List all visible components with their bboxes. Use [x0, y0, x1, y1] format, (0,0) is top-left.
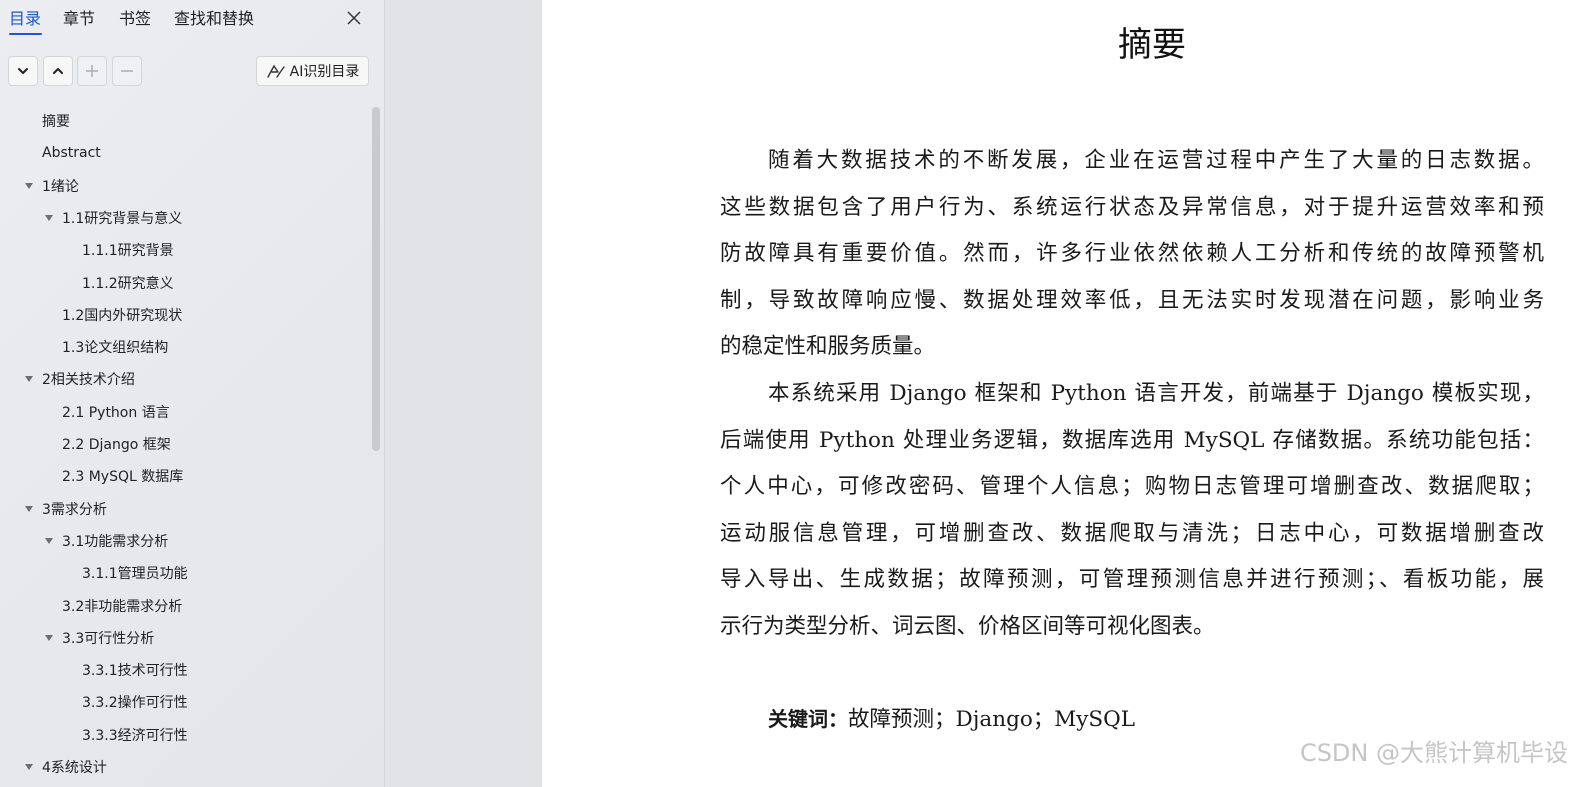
toc-scrollbar-thumb[interactable]: [372, 107, 380, 451]
toc-item[interactable]: 1.2国内外研究现状: [62, 299, 182, 331]
toc-toolbar: AI识别目录: [0, 56, 385, 88]
sidebar-tabs: 目录 章节 书签 查找和替换: [0, 0, 385, 40]
toc-item[interactable]: 2.3 MySQL 数据库: [62, 460, 183, 492]
chevron-down-icon: [18, 68, 28, 74]
document-heading: 摘要: [1118, 25, 1186, 65]
toc-expand-caret[interactable]: [23, 503, 35, 515]
ai-recognize-toc-button[interactable]: AI识别目录: [256, 56, 369, 86]
toc-item[interactable]: 2相关技术介绍: [42, 363, 135, 395]
caret-down-icon: [25, 764, 33, 770]
toc-item[interactable]: 3.1功能需求分析: [62, 525, 168, 557]
paragraph-line: 防故障具有重要价值。然而，许多行业依然依赖人工分析和传统的故障预警机: [720, 241, 1544, 266]
toc-expand-caret[interactable]: [23, 373, 35, 385]
ai-pen-icon: [266, 64, 285, 78]
toc-item[interactable]: 1.1.1研究背景: [82, 234, 174, 266]
add-heading-button[interactable]: [77, 56, 107, 86]
toc-expand-caret[interactable]: [43, 535, 55, 547]
toc-expand-caret[interactable]: [43, 212, 55, 224]
watermark: CSDN @大熊计算机毕设: [1299, 739, 1568, 767]
paragraph-line: 导入导出、生成数据；故障预测，可管理预测信息并进行预测；、看板功能，展: [720, 567, 1544, 592]
paragraph-line: 本系统采用 Django 框架和 Python 语言开发，前端基于 Django…: [768, 381, 1544, 406]
toc-item[interactable]: 2.2 Django 框架: [62, 428, 171, 460]
paragraph-line: 后端使用 Python 处理业务逻辑，数据库选用 MySQL 存储数据。系统功能…: [720, 427, 1544, 453]
plus-icon: [86, 65, 98, 77]
paragraph-line: 的稳定性和服务质量。: [720, 334, 936, 359]
expand-all-button[interactable]: [8, 56, 38, 86]
caret-down-icon: [45, 634, 53, 641]
toc-expand-caret[interactable]: [43, 632, 55, 644]
toc-item[interactable]: 3.3可行性分析: [62, 622, 154, 654]
paragraph-line: 制，导致故障响应慢、数据处理效率低，且无法实时发现潜在问题，影响业务: [720, 287, 1544, 313]
paragraph-line: 运动服信息管理，可增删查改、数据爬取与清洗；日志中心，可数据增删查改: [720, 520, 1544, 546]
keywords-line: 关键词：故障预测；Django；MySQL: [768, 703, 1135, 735]
caret-down-icon: [45, 537, 53, 544]
remove-heading-button[interactable]: [112, 56, 142, 86]
collapse-all-button[interactable]: [43, 56, 73, 86]
toc-expand-caret[interactable]: [23, 180, 35, 192]
toc-item[interactable]: 3.3.1技术可行性: [82, 654, 188, 686]
caret-down-icon: [25, 182, 33, 189]
tab-find-replace[interactable]: 查找和替换: [174, 8, 254, 30]
chevron-up-icon: [53, 68, 63, 74]
toc-item[interactable]: 1.1研究背景与意义: [62, 202, 182, 234]
toc-tree: 摘要 Abstract 1绪论 1.1研究背景与意义 1.1.1研究背景 1.1.2研究意…: [0, 105, 370, 787]
paragraph-line: 示行为类型分析、词云图、价格区间等可视化图表。: [720, 613, 1215, 639]
document-canvas-margin: [385, 0, 542, 787]
outline-sidebar: 目录 章节 书签 查找和替换 AI识别目录 摘要 Abstract 1绪论 1.…: [0, 0, 385, 787]
active-tab-indicator: [9, 33, 42, 35]
toc-item[interactable]: 3.3.2操作可行性: [82, 686, 188, 718]
tab-bookmarks[interactable]: 书签: [119, 8, 151, 30]
close-icon: [347, 11, 361, 25]
toc-item[interactable]: 2.1 Python 语言: [62, 396, 170, 428]
caret-down-icon: [25, 376, 33, 383]
close-sidebar-button[interactable]: [343, 7, 365, 29]
toc-item[interactable]: 4系统设计: [42, 751, 107, 783]
keywords-value: 故障预测；Django；MySQL: [848, 707, 1136, 732]
keywords-label: 关键词：: [768, 707, 848, 731]
toc-item[interactable]: 1绪论: [42, 170, 79, 202]
tab-toc[interactable]: 目录: [9, 8, 41, 30]
ai-button-label: AI识别目录: [289, 64, 360, 80]
paragraph-line: 这些数据包含了用户行为、系统运行状态及异常信息，对于提升运营效率和预: [720, 194, 1544, 220]
caret-down-icon: [45, 214, 53, 221]
paragraph-line: 随着大数据技术的不断发展，企业在运营过程中产生了大量的日志数据。: [768, 148, 1544, 173]
toc-item[interactable]: 1.1.2研究意义: [82, 267, 174, 299]
toc-item[interactable]: 3.1.1管理员功能: [82, 557, 188, 589]
toc-item[interactable]: 3.3.3经济可行性: [82, 719, 188, 751]
toc-item[interactable]: Abstract: [42, 137, 101, 169]
toc-item[interactable]: 摘要: [42, 105, 70, 137]
toc-item[interactable]: 3.2非功能需求分析: [62, 590, 182, 622]
tab-chapters[interactable]: 章节: [63, 8, 95, 30]
caret-down-icon: [25, 505, 33, 512]
toc-item[interactable]: 1.3论文组织结构: [62, 331, 168, 363]
paragraph-line: 个人中心，可修改密码、管理个人信息；购物日志管理可增删查改、数据爬取；: [720, 474, 1544, 499]
toc-expand-caret[interactable]: [23, 761, 35, 773]
toc-item[interactable]: 3需求分析: [42, 493, 107, 525]
minus-icon: [121, 70, 133, 72]
